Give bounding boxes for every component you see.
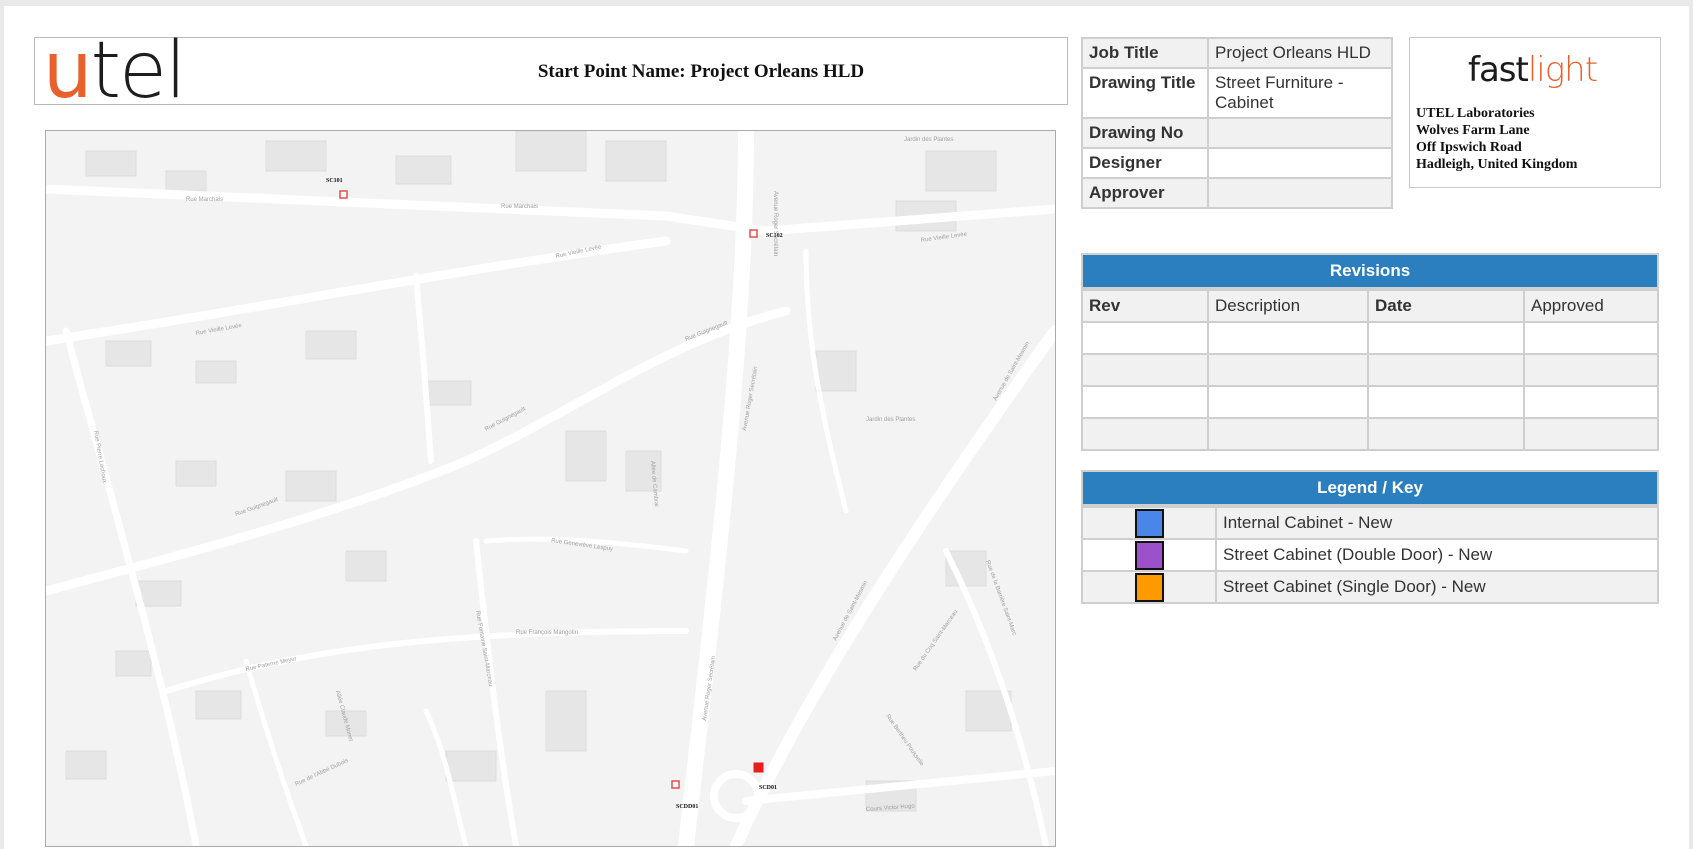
info-key: Drawing No <box>1081 117 1209 149</box>
info-row-drawing-title: Drawing Title Street Furniture - Cabinet <box>1081 67 1393 119</box>
map-svg: SC101 SC102 SCDD01 SCD01 Rue Marchais Ru… <box>46 131 1055 846</box>
legend-panel: Legend / Key Internal Cabinet - New Stre… <box>1081 470 1659 604</box>
street-label: Jardin des Plantes <box>904 137 953 143</box>
legend-label: Internal Cabinet - New <box>1215 506 1659 540</box>
utel-logo: utel <box>43 26 187 116</box>
column-header-rev: Rev <box>1081 289 1209 323</box>
address-line: Hadleigh, United Kingdom <box>1416 157 1578 172</box>
address-line: UTEL Laboratories <box>1416 106 1535 121</box>
info-value: Street Furniture - Cabinet <box>1207 67 1393 119</box>
legend-swatch-single-door <box>1134 572 1164 602</box>
table-row <box>1081 417 1659 451</box>
info-key: Approver <box>1081 177 1209 209</box>
street-label: Rue Marchais <box>186 197 223 203</box>
street-label: Rue Marchais <box>501 204 538 210</box>
legend-swatch-double-door <box>1134 540 1164 570</box>
legend-row: Street Cabinet (Single Door) - New <box>1081 570 1659 604</box>
info-value <box>1207 177 1393 209</box>
drawing-sheet: utel Start Point Name: Project Orleans H… <box>4 6 1689 849</box>
company-address: UTEL Laboratories Wolves Farm Lane Off I… <box>1416 105 1577 173</box>
table-row <box>1081 385 1659 419</box>
start-point-title: Start Point Name: Project Orleans HLD <box>537 61 865 82</box>
legend-label: Street Cabinet (Double Door) - New <box>1215 538 1659 572</box>
info-key: Job Title <box>1081 37 1209 69</box>
info-value <box>1207 147 1393 179</box>
column-header-date: Date <box>1367 289 1525 323</box>
company-box: fastlight UTEL Laboratories Wolves Farm … <box>1409 37 1661 188</box>
info-value: Project Orleans HLD <box>1207 37 1393 69</box>
cabinet-marker-sc101[interactable] <box>339 190 348 199</box>
column-header-approved: Approved <box>1523 289 1659 323</box>
street-label: Rue François Mangotin <box>516 630 578 636</box>
info-key: Drawing Title <box>1081 67 1209 119</box>
site-map[interactable]: SC101 SC102 SCDD01 SCD01 Rue Marchais Ru… <box>45 130 1056 847</box>
column-header-description: Description <box>1207 289 1369 323</box>
revisions-panel: Revisions Rev Description Date Approved <box>1081 253 1659 451</box>
cabinet-marker-sc102[interactable] <box>749 229 758 238</box>
legend-row: Street Cabinet (Double Door) - New <box>1081 538 1659 572</box>
fastlight-logo: fastlight <box>1468 50 1598 90</box>
drawing-header: utel Start Point Name: Project Orleans H… <box>34 26 1068 116</box>
info-value <box>1207 117 1393 149</box>
info-key: Designer <box>1081 147 1209 179</box>
table-row <box>1081 321 1659 355</box>
marker-label-sc101: SC101 <box>326 178 343 184</box>
legend-row: Internal Cabinet - New <box>1081 506 1659 540</box>
legend-table: Internal Cabinet - New Street Cabinet (D… <box>1081 506 1659 604</box>
drawing-info-table: Job Title Project Orleans HLD Drawing Ti… <box>1081 37 1393 209</box>
legend-title: Legend / Key <box>1081 470 1659 506</box>
revisions-table: Rev Description Date Approved <box>1081 289 1659 451</box>
info-row-approver: Approver <box>1081 177 1393 209</box>
legend-label: Street Cabinet (Single Door) - New <box>1215 570 1659 604</box>
table-row <box>1081 353 1659 387</box>
cabinet-marker-scdd01[interactable] <box>671 780 680 789</box>
legend-swatch-internal-cabinet <box>1134 508 1164 538</box>
address-line: Wolves Farm Lane <box>1416 123 1530 138</box>
marker-label-scdd01: SCDD01 <box>676 804 698 810</box>
cabinet-marker-scd01[interactable] <box>753 762 764 773</box>
info-row-designer: Designer <box>1081 147 1393 179</box>
street-label: Avenue Roger Secrétain <box>772 191 778 256</box>
revisions-header-row: Rev Description Date Approved <box>1081 289 1659 323</box>
address-line: Off Ipswich Road <box>1416 140 1522 155</box>
info-row-job-title: Job Title Project Orleans HLD <box>1081 37 1393 69</box>
revisions-title: Revisions <box>1081 253 1659 289</box>
info-row-drawing-no: Drawing No <box>1081 117 1393 149</box>
marker-label-scd01: SCD01 <box>759 785 777 791</box>
street-label: Jardin des Plantes <box>866 417 915 423</box>
